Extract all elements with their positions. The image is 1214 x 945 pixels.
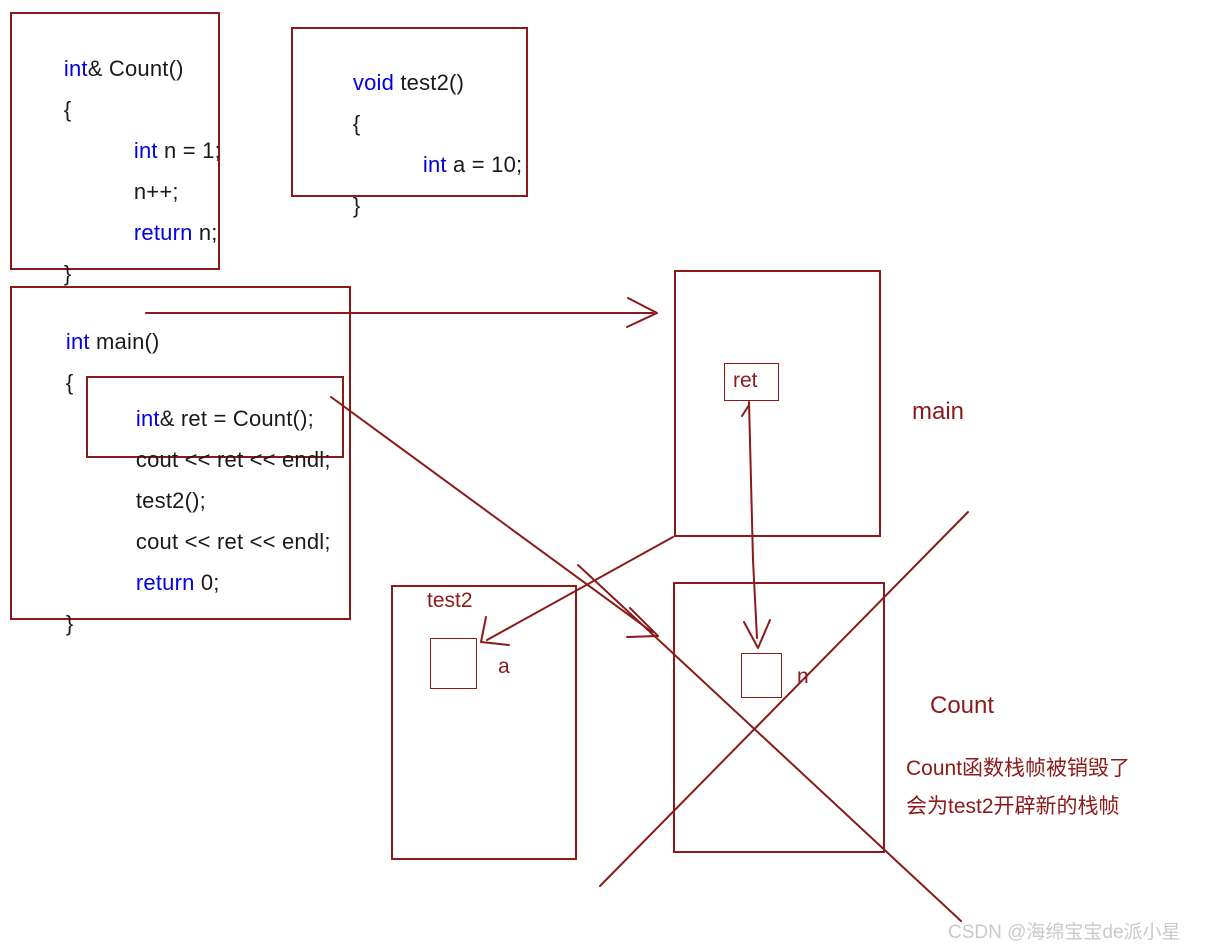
stack-frame-main-label: main — [912, 398, 965, 425]
diagram-canvas: int& Count() { int n = 1; n++; return n;… — [0, 0, 1214, 945]
code-keyword: int — [422, 152, 447, 177]
stack-slot-n-label: n — [797, 665, 809, 688]
code-text: { — [65, 370, 74, 395]
code-text: { — [63, 97, 72, 122]
code-keyword: return — [133, 220, 193, 245]
csdn-watermark: CSDN @海绵宝宝de派小星 — [948, 922, 1181, 943]
code-text: a = 10; — [446, 152, 523, 177]
code-text: } — [65, 611, 74, 636]
annotation-note-line1: Count函数栈帧被销毁了 — [906, 757, 1131, 780]
stack-frame-main — [674, 270, 881, 537]
stack-slot-n — [741, 653, 782, 698]
code-text: main() — [89, 329, 160, 354]
code-text: { — [352, 111, 361, 136]
code-text: test2() — [394, 70, 465, 95]
code-text: } — [352, 193, 361, 218]
stack-slot-a-label: a — [498, 655, 510, 678]
code-keyword: return — [135, 570, 195, 595]
code-text: & Count() — [87, 56, 184, 81]
code-box-count: int& Count() { int n = 1; n++; return n;… — [10, 12, 221, 286]
code-box-test2: void test2() { int a = 10; } — [291, 27, 528, 218]
code-text: n; — [192, 220, 218, 245]
annotation-note-line2: 会为test2开辟新的栈帧 — [906, 795, 1120, 818]
stack-frame-count-label: Count — [930, 692, 995, 719]
stack-frame-count — [673, 582, 885, 853]
stack-frame-test2-label: test2 — [427, 589, 473, 612]
code-text: 0; — [194, 570, 220, 595]
code-box-main: int main() { int& ret = Count(); cout <<… — [10, 286, 351, 636]
stack-slot-ret-label: ret — [733, 369, 758, 392]
stack-frame-test2 — [391, 585, 577, 860]
code-text: } — [63, 261, 72, 286]
stack-slot-a — [430, 638, 477, 689]
